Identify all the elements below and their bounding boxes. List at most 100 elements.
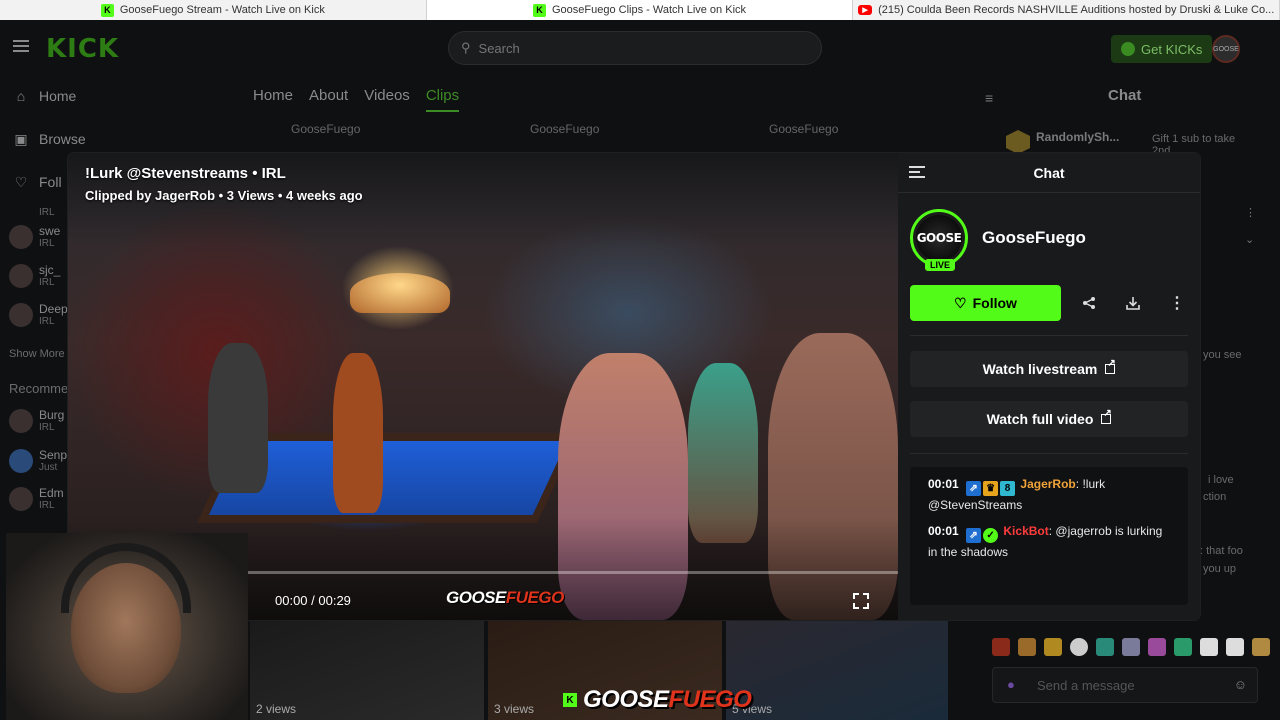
tab-home[interactable]: Home	[253, 87, 293, 112]
browser-tab[interactable]: ▶ (215) Coulda Been Records NASHVILLE Au…	[853, 0, 1280, 20]
chevron-down-icon[interactable]: ⌄	[1245, 233, 1254, 246]
stream-logo-overlay: K GOOSEFUEGO	[563, 686, 752, 714]
channel-info: GOOSE LIVE GooseFuego	[910, 209, 1086, 271]
sidebar-channel[interactable]: Burg IRL	[9, 408, 64, 433]
top-navbar: KICK ⚲ Get KICKs GOOSE	[0, 20, 1280, 76]
watch-full-video-button[interactable]: Watch full video	[910, 401, 1188, 437]
side-panel-header: Chat	[898, 153, 1200, 193]
user-avatar[interactable]: GOOSE	[1212, 35, 1240, 63]
video-progress-bar[interactable]	[248, 571, 898, 574]
emote-icon[interactable]	[1174, 638, 1192, 656]
more-vertical-icon: ⋮	[1169, 295, 1185, 312]
message-username[interactable]: JagerRob	[1020, 477, 1075, 491]
channel-avatar[interactable]: GOOSE LIVE	[910, 209, 968, 271]
heart-icon: ♡	[14, 173, 28, 190]
channel-category: IRL	[39, 277, 55, 288]
get-kicks-label: Get KICKs	[1141, 41, 1203, 57]
channel-actions: ♡ Follow ⋮	[910, 285, 1195, 321]
show-more-link[interactable]: Show More	[9, 348, 65, 360]
channel-name: sjc_	[39, 263, 61, 277]
menu-icon[interactable]	[13, 40, 29, 52]
clip-views: 2 views	[256, 702, 297, 716]
channel-category: Just	[39, 462, 58, 473]
tab-clips[interactable]: Clips	[425, 87, 460, 112]
sidebar-item-following[interactable]: ♡ Foll	[13, 173, 62, 191]
tab-title: GooseFuego Stream - Watch Live on Kick	[119, 4, 325, 16]
kick-favicon-icon: K	[533, 3, 546, 17]
channel-category: IRL	[39, 206, 55, 218]
page-chat-title: Chat	[1108, 87, 1142, 104]
chat-identity-icon[interactable]: ●	[1007, 677, 1015, 692]
tab-about[interactable]: About	[309, 87, 348, 112]
search-bar[interactable]: ⚲	[448, 31, 822, 65]
clip-meta: Clipped by JagerRob • 3 Views • 4 weeks …	[85, 188, 363, 203]
more-icon[interactable]: ⋮	[1245, 206, 1256, 219]
chat-message: 00:01 ⇗ ♛ 8 JagerRob: !lurk @StevenStreams	[928, 475, 1170, 514]
channel-avatar	[9, 224, 33, 249]
home-icon: ⌂	[16, 88, 26, 104]
channel-name: Senp	[39, 448, 68, 462]
kick-logo[interactable]: KICK	[46, 34, 119, 64]
clip-title: !Lurk @Stevenstreams • IRL	[85, 165, 286, 182]
sidebar-channel[interactable]: Deep IRL	[9, 302, 68, 327]
clip-owner-label: GooseFuego	[530, 122, 600, 136]
message-separator: :	[1075, 477, 1080, 491]
search-input[interactable]	[478, 40, 779, 56]
sidebar-item-home[interactable]: ⌂ Home	[13, 88, 77, 104]
more-options-button[interactable]: ⋮	[1159, 285, 1195, 321]
clip-thumbnail[interactable]: 5 views	[726, 620, 948, 720]
chat-snippet: you up	[1203, 563, 1237, 575]
kick-favicon-icon: K	[100, 3, 114, 17]
emote-icon[interactable]	[992, 638, 1010, 656]
recommended-heading: Recomme	[9, 381, 69, 396]
sidebar-item-browse[interactable]: ▣ Browse	[13, 131, 86, 148]
sidebar-channel[interactable]: swe IRL	[9, 224, 60, 249]
clip-thumbnail[interactable]: 2 views	[250, 620, 484, 720]
follow-button[interactable]: ♡ Follow	[910, 285, 1061, 321]
channel-avatar-text: GOOSE	[916, 215, 962, 261]
message-timestamp: 00:01	[928, 524, 959, 538]
sidebar-item-label: Browse	[39, 131, 86, 147]
tab-title: GooseFuego Clips - Watch Live on Kick	[552, 4, 747, 16]
watermark-part: GOOSE	[583, 686, 669, 713]
collapse-chat-icon[interactable]	[909, 166, 925, 180]
emote-icon[interactable]	[1070, 638, 1088, 656]
channel-avatar	[9, 263, 33, 288]
message-username[interactable]: KickBot	[1003, 524, 1048, 538]
emote-icon[interactable]	[1096, 638, 1114, 656]
send-message-input[interactable]: ● Send a message ☺	[992, 667, 1258, 703]
emote-icon[interactable]	[1018, 638, 1036, 656]
watch-full-video-label: Watch full video	[986, 411, 1094, 427]
emote-icon[interactable]	[1122, 638, 1140, 656]
emote-icon[interactable]	[1200, 638, 1218, 656]
tab-videos[interactable]: Videos	[364, 87, 410, 112]
sidebar-channel[interactable]: sjc_ IRL	[9, 263, 60, 288]
fullscreen-icon[interactable]	[853, 593, 869, 609]
collapse-chat-icon[interactable]: ≡	[985, 90, 993, 106]
watch-livestream-label: Watch livestream	[982, 361, 1098, 377]
emote-icon[interactable]	[1148, 638, 1166, 656]
browser-tab-active[interactable]: K GooseFuego Clips - Watch Live on Kick	[426, 0, 854, 20]
watch-livestream-button[interactable]: Watch livestream	[910, 351, 1188, 387]
badge-icon: ⇗	[966, 481, 982, 496]
get-kicks-button[interactable]: Get KICKs	[1111, 35, 1213, 63]
share-button[interactable]	[1071, 285, 1107, 321]
message-timestamp: 00:01	[928, 477, 959, 491]
channel-category: IRL	[39, 500, 55, 511]
download-button[interactable]	[1115, 285, 1151, 321]
external-link-icon	[1105, 358, 1116, 374]
emote-icon[interactable]	[1044, 638, 1062, 656]
chat-snippet: i love	[1208, 474, 1234, 486]
channel-category: IRL	[39, 238, 55, 249]
emoji-picker-icon[interactable]: ☺	[1234, 677, 1247, 692]
emote-icon[interactable]	[1252, 638, 1270, 656]
sidebar-channel[interactable]: Edm IRL	[9, 486, 64, 511]
channel-name[interactable]: GooseFuego	[982, 228, 1086, 248]
sidebar-item-label: Home	[39, 88, 77, 104]
emote-icon[interactable]	[1226, 638, 1244, 656]
browser-tab[interactable]: K GooseFuego Stream - Watch Live on Kick	[0, 0, 427, 20]
external-link-icon	[1101, 408, 1112, 424]
sidebar-channel[interactable]: Senp Just	[9, 448, 67, 473]
sidebar-channel[interactable]: IRL	[9, 200, 55, 224]
channel-avatar	[9, 486, 33, 511]
